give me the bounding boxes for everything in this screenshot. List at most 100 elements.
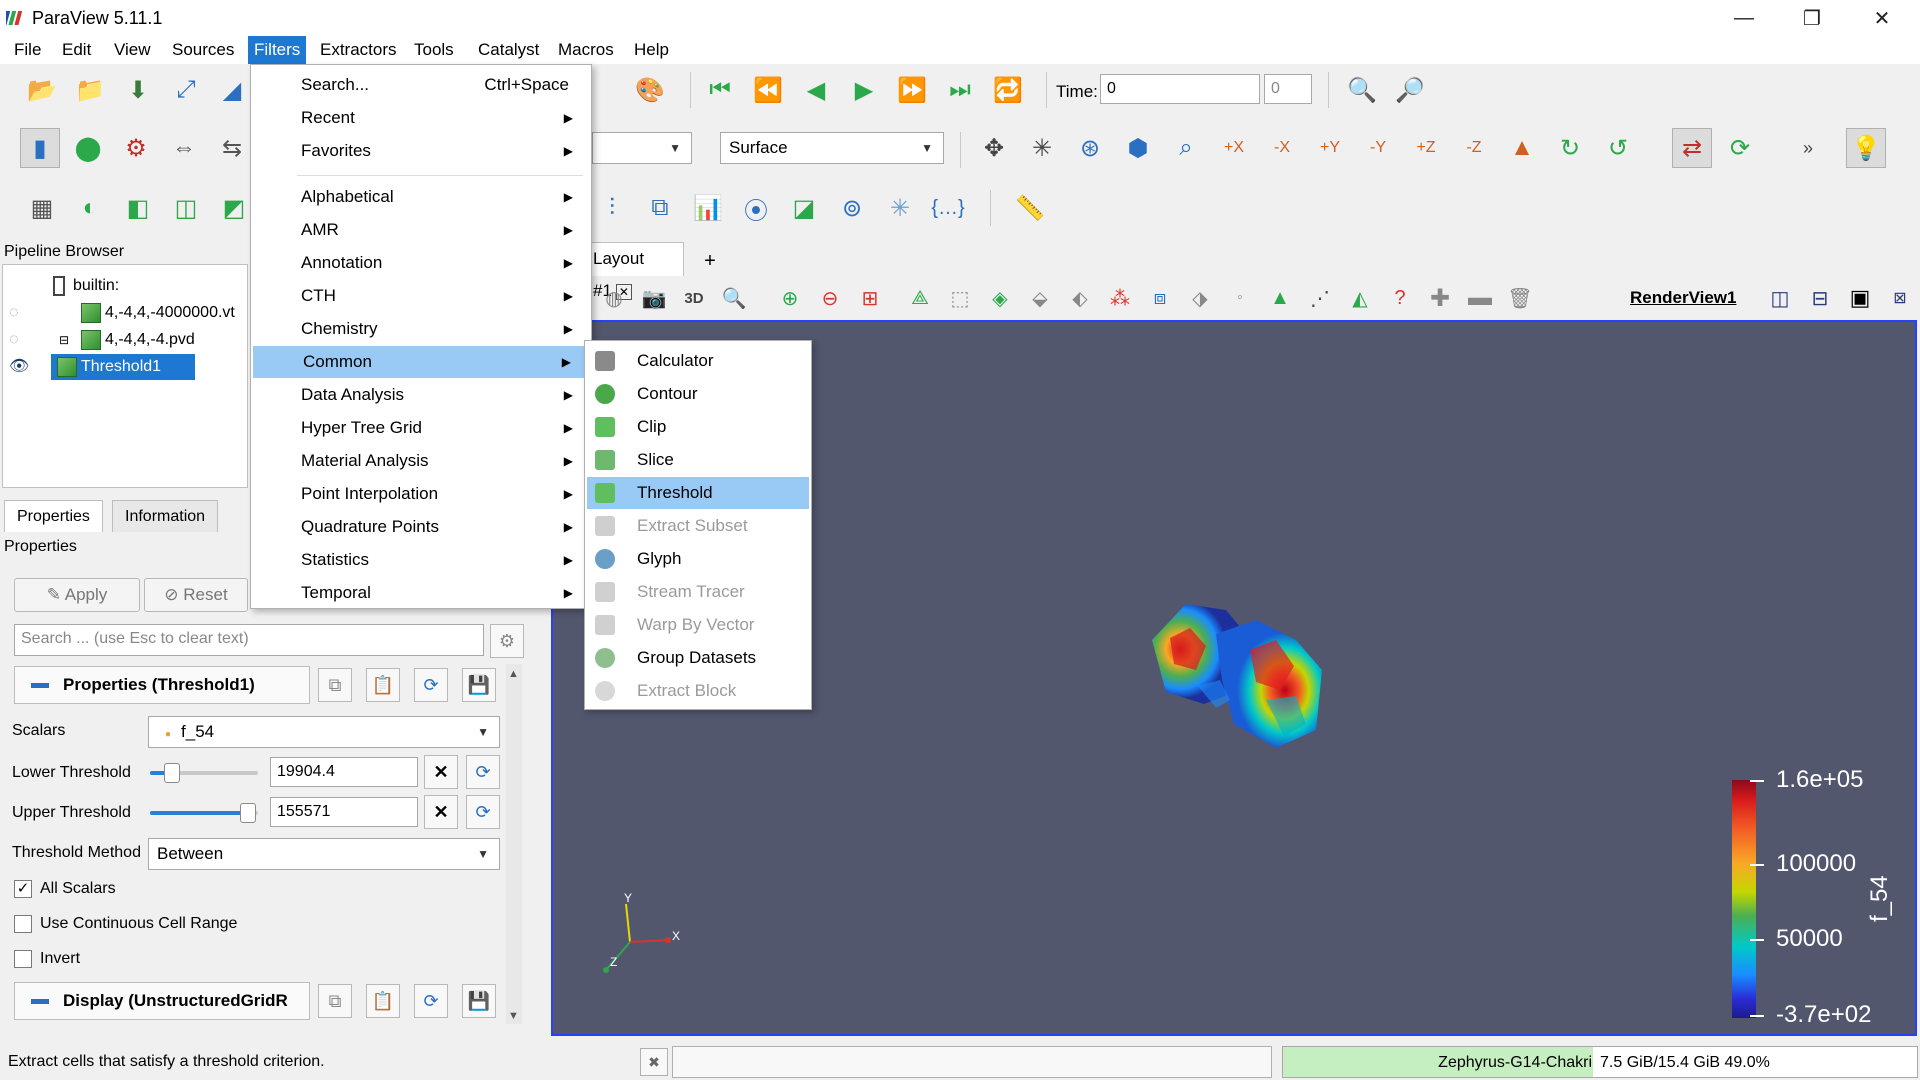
rotate-minus-90-icon[interactable]: ↺: [1598, 128, 1638, 168]
filters-chemistry-item[interactable]: Chemistry ▶: [251, 313, 591, 345]
common-glyph-item[interactable]: Glyph: [587, 543, 809, 575]
filters-point-interpolation-item[interactable]: Point Interpolation ▶: [251, 478, 591, 510]
rotate-plus-90-icon[interactable]: ↻: [1550, 128, 1590, 168]
snowflake-icon[interactable]: ✳: [880, 188, 920, 228]
close-view-icon[interactable]: ⊠: [1880, 278, 1920, 318]
restore-defaults-icon[interactable]: ⟳: [414, 668, 448, 702]
common-warp-by-vector-item[interactable]: Warp By Vector: [587, 609, 809, 641]
properties-search-input[interactable]: Search ... (use Esc to clear text): [14, 624, 484, 656]
select-cells-through-icon[interactable]: ⊞: [850, 278, 890, 318]
capture-screenshot-icon[interactable]: 📷: [634, 278, 674, 318]
select-polygon-icon[interactable]: ⬚: [940, 278, 980, 318]
pipeline-item-builtin[interactable]: builtin:: [53, 273, 119, 299]
filters-material-analysis-item[interactable]: Material Analysis ▶: [251, 445, 591, 477]
toolbar-overflow-icon[interactable]: »: [1788, 128, 1828, 168]
view-minus-x-icon[interactable]: -X: [1262, 128, 1302, 168]
select-cells-on-icon[interactable]: ⊕: [770, 278, 810, 318]
invert-checkbox[interactable]: [14, 950, 32, 968]
color-palette-icon[interactable]: 🎨: [630, 70, 670, 110]
filters-hyper-tree-grid-item[interactable]: Hyper Tree Grid ▶: [251, 412, 591, 444]
scroll-up-icon[interactable]: ▲: [508, 668, 519, 680]
scroll-down-icon[interactable]: ▼: [508, 1010, 519, 1022]
paste-properties-icon[interactable]: 📋: [366, 668, 400, 702]
maximize-view-icon[interactable]: ▣: [1840, 278, 1880, 318]
filters-favorites-item[interactable]: Favorites ▶: [251, 135, 591, 167]
upper-threshold-handle[interactable]: [240, 803, 256, 823]
ruler-icon[interactable]: 📏: [1010, 188, 1050, 228]
color-by-combo[interactable]: ▼: [592, 132, 692, 164]
histogram-icon[interactable]: 📊: [688, 188, 728, 228]
rescale-custom-icon[interactable]: ⇆: [212, 128, 252, 168]
hover-cells-icon[interactable]: ⁂: [1100, 278, 1140, 318]
menu-edit[interactable]: Edit: [56, 36, 97, 64]
lower-threshold-handle[interactable]: [164, 763, 180, 783]
interaction-mode-icon[interactable]: ⇄: [1672, 128, 1712, 168]
tab-properties[interactable]: Properties: [4, 500, 103, 532]
menu-view[interactable]: View: [108, 36, 157, 64]
toggle-3d-button[interactable]: 3D: [674, 278, 714, 318]
threshold-method-combo[interactable]: Between ▼: [148, 838, 500, 870]
light-kit-icon[interactable]: 💡: [1846, 128, 1886, 168]
render-view-title[interactable]: RenderView1: [1630, 288, 1736, 308]
common-calculator-item[interactable]: Calculator: [587, 345, 809, 377]
filters-alphabetical-item[interactable]: Alphabetical ▶: [251, 181, 591, 213]
tree-collapse-icon[interactable]: ⊟: [59, 327, 69, 353]
copy-display-icon[interactable]: ⧉: [318, 984, 352, 1018]
common-extract-block-item[interactable]: Extract Block: [587, 675, 809, 707]
all-scalars-checkbox[interactable]: ✓: [14, 880, 32, 898]
auto-apply-icon[interactable]: ⟳: [1720, 128, 1760, 168]
pick-point-icon[interactable]: ◦: [1220, 278, 1260, 318]
common-stream-tracer-item[interactable]: Stream Tracer: [587, 576, 809, 608]
pick-center-icon[interactable]: ⌕: [1166, 128, 1206, 168]
threshold-icon[interactable]: ◩: [214, 188, 254, 228]
visibility-eye-off-icon[interactable]: ◌: [9, 300, 19, 326]
contour-icon[interactable]: ◐: [70, 188, 110, 228]
visibility-eye-icon[interactable]: 👁: [9, 354, 29, 380]
view-plus-z-icon[interactable]: +Z: [1406, 128, 1446, 168]
show-center-icon[interactable]: ⬢: [1118, 128, 1158, 168]
first-frame-icon[interactable]: ⏮: [700, 70, 740, 110]
common-clip-item[interactable]: Clip: [587, 411, 809, 443]
view-minus-y-icon[interactable]: -Y: [1358, 128, 1398, 168]
plot-selection-icon[interactable]: ⧉: [640, 188, 680, 228]
reverse-play-icon[interactable]: ◀: [796, 70, 836, 110]
find-data-icon[interactable]: ⬤: [68, 128, 108, 168]
find-data-query-icon[interactable]: ◭: [1340, 278, 1380, 318]
filters-cth-item[interactable]: CTH ▶: [251, 280, 591, 312]
add-layout-tab-button[interactable]: +: [690, 246, 730, 276]
reset-button[interactable]: ⊘ Reset: [144, 578, 248, 612]
menu-help[interactable]: Help: [628, 36, 675, 64]
apply-button[interactable]: ✎ Apply: [14, 578, 140, 612]
display-section-header[interactable]: Display (UnstructuredGridR: [14, 982, 310, 1020]
color-map-editor-icon[interactable]: ▮: [20, 128, 60, 168]
menu-file[interactable]: File: [8, 36, 47, 64]
minimize-button[interactable]: —: [1710, 0, 1778, 36]
select-points-through-icon[interactable]: ⟁: [900, 278, 940, 318]
slice-icon[interactable]: ◫: [166, 188, 206, 228]
filters-amr-item[interactable]: AMR ▶: [251, 214, 591, 246]
previous-frame-icon[interactable]: ⏪: [748, 70, 788, 110]
glyph-plot-icon[interactable]: ⊚: [832, 188, 872, 228]
menu-sources[interactable]: Sources: [166, 36, 240, 64]
plot-over-line-icon[interactable]: ⫶: [592, 188, 632, 228]
filters-temporal-item[interactable]: Temporal ▶: [251, 577, 591, 609]
color-legend-bar[interactable]: [1732, 780, 1756, 1018]
extract-selection-icon[interactable]: ⋰: [1300, 278, 1340, 318]
lower-threshold-input[interactable]: 19904.4: [270, 757, 418, 787]
representation-combo[interactable]: Surface ▼: [720, 132, 944, 164]
menu-tools[interactable]: Tools: [408, 36, 460, 64]
next-frame-icon[interactable]: ⏩: [892, 70, 932, 110]
upper-threshold-clear-icon[interactable]: ✕: [424, 795, 458, 829]
filters-quadrature-points-item[interactable]: Quadrature Points ▶: [251, 511, 591, 543]
hover-info-icon[interactable]: ?: [1380, 278, 1420, 318]
lower-threshold-reset-icon[interactable]: ⟳: [466, 755, 500, 789]
advanced-settings-gear-icon[interactable]: ⚙: [490, 624, 524, 658]
calculator-icon[interactable]: ▦: [22, 188, 62, 228]
common-threshold-item[interactable]: Threshold: [587, 477, 809, 509]
pipeline-item-threshold1[interactable]: Threshold1: [51, 354, 195, 380]
camera-undo-icon[interactable]: ◍: [594, 278, 634, 318]
view-minus-z-icon[interactable]: -Z: [1454, 128, 1494, 168]
zoom-to-box-icon[interactable]: ⊛: [1070, 128, 1110, 168]
save-defaults-icon[interactable]: 💾: [462, 668, 496, 702]
menu-filters[interactable]: Filters: [248, 36, 307, 64]
